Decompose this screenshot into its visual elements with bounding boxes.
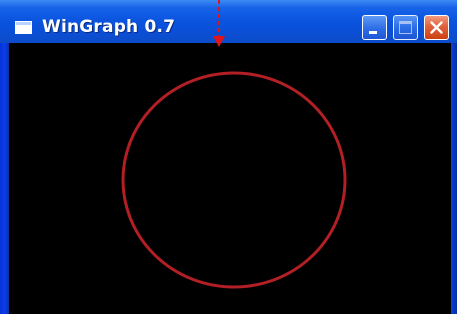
- maximize-icon: [399, 21, 412, 34]
- window-title: WinGraph 0.7: [42, 17, 176, 37]
- drawing-canvas[interactable]: [9, 43, 451, 314]
- minimize-icon: [369, 31, 377, 34]
- window-border-left: [0, 43, 9, 314]
- arrow-head: [213, 36, 225, 47]
- window-icon-bar: [16, 22, 31, 25]
- window-icon[interactable]: [15, 21, 32, 34]
- minimize-button[interactable]: [362, 15, 387, 40]
- app-window: WinGraph 0.7: [0, 0, 457, 314]
- red-arrow-annotation: [213, 0, 225, 47]
- circle-outline: [121, 71, 347, 289]
- maximize-button[interactable]: [393, 15, 418, 40]
- drawn-shape: [121, 71, 347, 289]
- close-button[interactable]: [424, 15, 449, 40]
- window-border-right: [451, 43, 457, 314]
- close-icon: [430, 21, 443, 34]
